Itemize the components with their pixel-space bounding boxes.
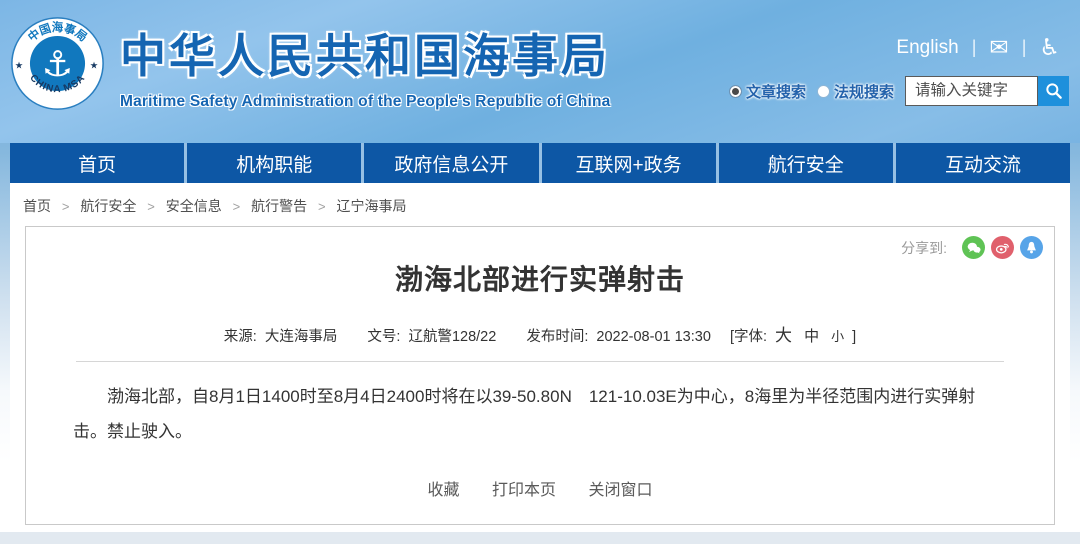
meta-doc-number: 文号: 辽航警128/22 xyxy=(367,329,500,345)
radio-regulation-label: 法规搜索 xyxy=(834,81,894,102)
font-switch-prefix: [字体: xyxy=(730,329,767,345)
breadcrumb-separator: > xyxy=(62,199,70,214)
breadcrumb-separator: > xyxy=(318,199,326,214)
meta-doc-value: 辽航警128/22 xyxy=(408,329,496,345)
search-area: 文章搜索 法规搜索 xyxy=(729,76,1069,106)
page-body: 首页 > 航行安全 > 安全信息 > 航行警告 > 辽宁海事局 分享到: xyxy=(10,183,1070,532)
meta-time-label: 发布时间: xyxy=(526,329,588,345)
site-header: 中国海事局 CHINA MSA ★ ★ ⚓ 中华人民共和国海事局 Maritim… xyxy=(0,0,1080,143)
nav-item-gov-info[interactable]: 政府信息公开 xyxy=(361,143,538,183)
favorite-button[interactable]: 收藏 xyxy=(428,482,460,499)
font-size-small-button[interactable]: 小 xyxy=(831,329,844,344)
font-size-large-button[interactable]: 大 xyxy=(775,326,792,345)
english-link[interactable]: English xyxy=(896,37,958,59)
nav-item-interaction[interactable]: 互动交流 xyxy=(893,143,1070,183)
utility-separator: | xyxy=(972,37,977,58)
search-box xyxy=(905,76,1069,106)
meta-source: 来源: 大连海事局 xyxy=(224,329,342,345)
footer-band xyxy=(0,532,1080,544)
article-title: 渤海北部进行实弹射击 xyxy=(26,227,1054,298)
breadcrumb-separator: > xyxy=(147,199,155,214)
utility-separator: | xyxy=(1022,37,1027,58)
site-title-cn: 中华人民共和国海事局 xyxy=(120,20,610,86)
nav-item-home[interactable]: 首页 xyxy=(10,143,184,183)
site-title-en: Maritime Safety Administration of the Pe… xyxy=(120,93,610,111)
meta-publish-time: 发布时间: 2022-08-01 13:30 xyxy=(526,329,715,345)
article-meta: 来源: 大连海事局 文号: 辽航警128/22 发布时间: 2022-08-01… xyxy=(26,321,1054,346)
breadcrumb-liaoning-msa[interactable]: 辽宁海事局 xyxy=(337,198,407,214)
weibo-share-icon[interactable] xyxy=(991,236,1014,259)
meta-divider xyxy=(76,361,1004,362)
meta-time-value: 2022-08-01 13:30 xyxy=(596,329,711,345)
page: 中国海事局 CHINA MSA ★ ★ ⚓ 中华人民共和国海事局 Maritim… xyxy=(0,0,1080,544)
site-brand: 中华人民共和国海事局 Maritime Safety Administratio… xyxy=(120,20,610,111)
breadcrumb-nav-warning[interactable]: 航行警告 xyxy=(251,198,307,214)
main-nav: 首页 机构职能 政府信息公开 互联网+政务 航行安全 互动交流 xyxy=(10,143,1070,183)
qq-share-icon[interactable] xyxy=(1020,236,1043,259)
mail-icon[interactable]: ✉ xyxy=(989,36,1008,59)
radio-article-label: 文章搜索 xyxy=(746,81,806,102)
search-input[interactable] xyxy=(905,76,1038,106)
article-body-text: 渤海北部，自8月1日1400时至8月4日2400时将在以39-50.80N 12… xyxy=(73,379,1007,449)
breadcrumb-separator: > xyxy=(233,199,241,214)
meta-source-value: 大连海事局 xyxy=(265,329,338,345)
nav-item-functions[interactable]: 机构职能 xyxy=(184,143,361,183)
accessibility-icon[interactable]: ♿ xyxy=(1039,36,1060,59)
anchor-icon: ⚓ xyxy=(42,45,74,84)
article-actions: 收藏 打印本页 关闭窗口 xyxy=(26,476,1054,500)
breadcrumb-home[interactable]: 首页 xyxy=(23,198,51,214)
breadcrumb-safety-info[interactable]: 安全信息 xyxy=(166,198,222,214)
article-box: 分享到: xyxy=(25,226,1055,525)
search-scope-article[interactable]: 文章搜索 xyxy=(729,81,806,102)
wechat-share-icon[interactable] xyxy=(962,236,985,259)
msa-logo: 中国海事局 CHINA MSA ★ ★ ⚓ xyxy=(10,16,105,111)
search-icon xyxy=(1044,81,1064,101)
meta-doc-label: 文号: xyxy=(367,329,400,345)
search-button[interactable] xyxy=(1038,76,1069,106)
breadcrumb: 首页 > 航行安全 > 安全信息 > 航行警告 > 辽宁海事局 xyxy=(10,183,1070,226)
meta-source-label: 来源: xyxy=(224,329,257,345)
print-page-button[interactable]: 打印本页 xyxy=(492,482,556,499)
share-row: 分享到: xyxy=(901,236,1043,259)
header-utility-links: English | ✉ | ♿ xyxy=(896,36,1060,59)
star-icon: ★ xyxy=(15,60,24,71)
star-icon: ★ xyxy=(90,60,99,71)
font-size-switcher: [字体: 大 中 小 ] xyxy=(730,329,856,345)
breadcrumb-nav-safety[interactable]: 航行安全 xyxy=(80,198,136,214)
radio-regulation-unselected[interactable] xyxy=(817,85,830,98)
close-window-button[interactable]: 关闭窗口 xyxy=(588,482,652,499)
font-size-medium-button[interactable]: 中 xyxy=(804,328,819,345)
radio-article-selected[interactable] xyxy=(729,85,742,98)
font-switch-suffix: ] xyxy=(852,329,856,345)
share-label: 分享到: xyxy=(901,238,947,258)
nav-item-nav-safety[interactable]: 航行安全 xyxy=(716,143,893,183)
nav-item-internet-gov[interactable]: 互联网+政务 xyxy=(539,143,716,183)
search-scope-regulation[interactable]: 法规搜索 xyxy=(817,81,894,102)
